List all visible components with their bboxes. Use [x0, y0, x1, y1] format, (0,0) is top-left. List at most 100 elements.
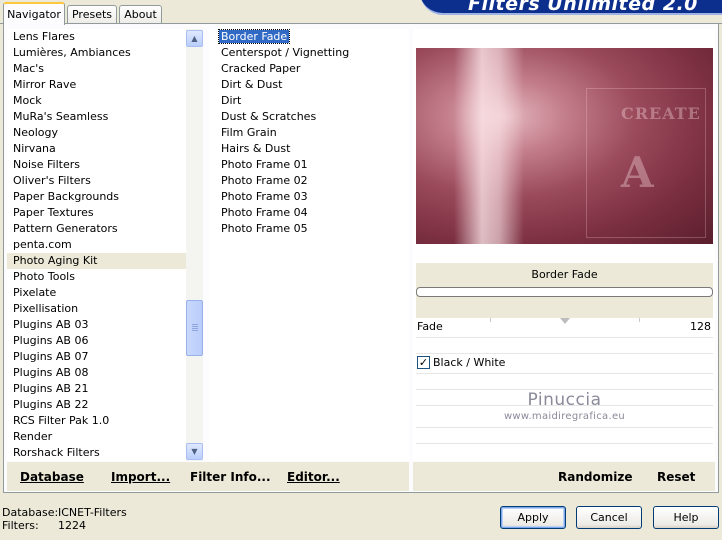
black-white-label: Black / White: [433, 356, 506, 369]
scroll-thumb[interactable]: [186, 300, 203, 356]
category-item[interactable]: Photo Aging Kit: [7, 253, 186, 269]
database-value: ICNET-Filters: [58, 506, 127, 519]
preview-overlay-word: CREATE: [621, 104, 701, 123]
filter-item-label: Photo Frame 02: [221, 174, 308, 187]
filter-item[interactable]: Photo Frame 04: [209, 205, 409, 221]
slider-tick: [639, 318, 640, 322]
category-item[interactable]: Lumières, Ambiances: [7, 45, 186, 61]
scroll-down-button[interactable]: ▼: [186, 443, 203, 460]
thumb-grip-line: [192, 324, 198, 325]
category-item[interactable]: Nirvana: [7, 141, 186, 157]
category-item[interactable]: Rorshack Filters: [7, 445, 186, 461]
tab-about[interactable]: About: [119, 5, 162, 24]
filter-item-label: Photo Frame 05: [221, 222, 308, 235]
left-toolbar: Database Import... Filter Info... Editor…: [7, 462, 409, 491]
editor-button[interactable]: Editor...: [287, 470, 340, 484]
editor-button-label: Editor...: [287, 470, 340, 484]
row-divider: [416, 373, 713, 374]
category-list[interactable]: Lens Flares Lumières, Ambiances Mac's Mirro…: [7, 29, 186, 461]
filter-item[interactable]: Photo Frame 05: [209, 221, 409, 237]
progress-bar: [416, 287, 713, 297]
category-item[interactable]: Paper Backgrounds: [7, 189, 186, 205]
filter-item-label: Dust & Scratches: [221, 110, 317, 123]
category-item[interactable]: Plugins AB 06: [7, 333, 186, 349]
filter-item[interactable]: Centerspot / Vignetting: [209, 45, 409, 61]
filter-item-label: Dirt: [221, 94, 242, 107]
category-item[interactable]: MuRa's Seamless: [7, 109, 186, 125]
filter-item-label: Cracked Paper: [221, 62, 301, 75]
filter-item[interactable]: Dirt & Dust: [209, 77, 409, 93]
category-item[interactable]: Plugins AB 21: [7, 381, 186, 397]
filter-item-label: Photo Frame 01: [221, 158, 308, 171]
category-item[interactable]: Plugins AB 03: [7, 317, 186, 333]
filter-item[interactable]: Hairs & Dust: [209, 141, 409, 157]
filter-info-button[interactable]: Filter Info...: [190, 470, 271, 484]
help-button[interactable]: Help: [653, 506, 719, 529]
reset-button[interactable]: Reset: [657, 470, 695, 484]
tab-presets[interactable]: Presets: [67, 5, 117, 24]
filter-item[interactable]: Border Fade: [209, 29, 409, 45]
black-white-option[interactable]: ✓ Black / White: [416, 354, 713, 372]
category-item[interactable]: Mock: [7, 93, 186, 109]
app-title-banner: Filters Unlimited 2.0: [420, 0, 722, 15]
filter-item[interactable]: Dirt: [209, 93, 409, 109]
filter-item-label: Centerspot / Vignetting: [221, 46, 350, 59]
category-item[interactable]: Photo Tools: [7, 269, 186, 285]
row-divider: [416, 427, 713, 428]
fade-slider[interactable]: Fade 128: [416, 318, 713, 336]
category-item[interactable]: Render: [7, 429, 186, 445]
filter-item[interactable]: Photo Frame 01: [209, 157, 409, 173]
category-item[interactable]: Pixellisation: [7, 301, 186, 317]
database-button[interactable]: Database: [20, 470, 84, 484]
filter-item[interactable]: Film Grain: [209, 125, 409, 141]
filter-item-label: Photo Frame 03: [221, 190, 308, 203]
cancel-button[interactable]: Cancel: [576, 506, 642, 529]
category-item[interactable]: Mirror Rave: [7, 77, 186, 93]
import-button[interactable]: Import...: [111, 470, 170, 484]
category-item[interactable]: Oliver's Filters: [7, 173, 186, 189]
filter-item-label: Dirt & Dust: [221, 78, 283, 91]
thumb-grip-line: [192, 330, 198, 331]
right-toolbar: Randomize Reset: [413, 462, 715, 491]
category-item[interactable]: Lens Flares: [7, 29, 186, 45]
fade-label: Fade: [417, 320, 443, 333]
filter-name-band: Border Fade: [416, 263, 713, 318]
fade-slider-thumb[interactable]: [560, 318, 570, 324]
apply-button[interactable]: Apply: [500, 506, 566, 529]
category-item[interactable]: Paper Textures: [7, 205, 186, 221]
current-filter-name: Border Fade: [531, 268, 598, 281]
category-item[interactable]: Plugins AB 08: [7, 365, 186, 381]
filter-list[interactable]: Border Fade Centerspot / Vignetting Cracke…: [209, 29, 409, 461]
slider-tick: [490, 318, 491, 322]
filter-item[interactable]: Photo Frame 03: [209, 189, 409, 205]
filter-item[interactable]: Cracked Paper: [209, 61, 409, 77]
scroll-up-button[interactable]: ▲: [186, 30, 203, 47]
filter-item-label: Border Fade: [217, 29, 291, 44]
randomize-button[interactable]: Randomize: [558, 470, 632, 484]
filter-info-button-label: Filter Info...: [190, 470, 271, 484]
category-scrollbar[interactable]: ▲ ▼: [186, 29, 203, 461]
filter-item[interactable]: Dust & Scratches: [209, 109, 409, 125]
category-item[interactable]: Neology: [7, 125, 186, 141]
category-item[interactable]: Pattern Generators: [7, 221, 186, 237]
filters-count-value: 1224: [58, 519, 86, 532]
filter-item-label: Photo Frame 04: [221, 206, 308, 219]
category-item[interactable]: penta.com: [7, 237, 186, 253]
row-divider: [416, 443, 713, 444]
black-white-checkbox[interactable]: ✓: [417, 356, 430, 369]
preview-light-band: [454, 48, 524, 244]
filters-count-label: Filters:: [2, 519, 39, 532]
category-item[interactable]: Plugins AB 07: [7, 349, 186, 365]
category-item[interactable]: Noise Filters: [7, 157, 186, 173]
database-button-label: Database: [20, 470, 84, 484]
tab-navigator[interactable]: Navigator: [3, 2, 65, 25]
category-item[interactable]: Mac's: [7, 61, 186, 77]
category-item[interactable]: RCS Filter Pak 1.0: [7, 413, 186, 429]
filter-preview-image: CREATE A: [416, 48, 713, 244]
thumb-grip-line: [192, 328, 198, 329]
watermark-name: Pinuccia: [527, 390, 602, 410]
preview-overlay-letter: A: [621, 148, 654, 197]
category-item[interactable]: Pixelate: [7, 285, 186, 301]
filter-item[interactable]: Photo Frame 02: [209, 173, 409, 189]
category-item[interactable]: Plugins AB 22: [7, 397, 186, 413]
